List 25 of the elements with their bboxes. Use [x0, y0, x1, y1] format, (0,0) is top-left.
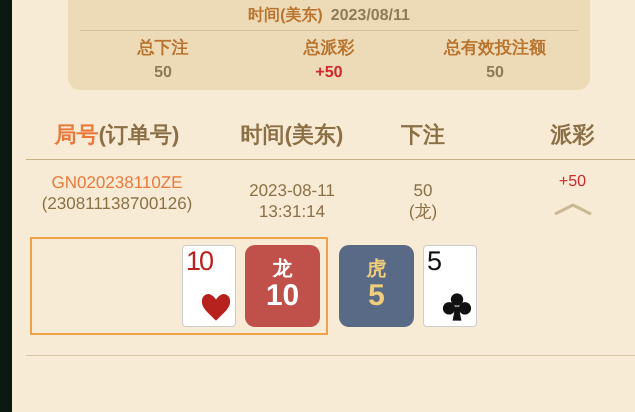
- summary-date: 2023/08/11: [330, 6, 410, 26]
- column-header: (订单号): [98, 122, 180, 147]
- card-rank: 5: [427, 248, 440, 274]
- stat-label: 总有效投注额: [442, 37, 547, 59]
- stat-label: 总下注: [136, 37, 190, 59]
- score-badge: 龙 10: [245, 244, 320, 326]
- column-header: 局号: [54, 122, 99, 147]
- bet-amount: 50: [412, 180, 434, 202]
- stat-label: 总派彩: [302, 37, 356, 59]
- bet-date: 2023-08-11: [248, 180, 336, 202]
- order-number: (230811138700126): [40, 193, 194, 214]
- time-label: 时间(美东): [248, 5, 323, 26]
- bet-time: 13:31:14: [258, 201, 326, 222]
- stat-value: 50: [485, 62, 505, 82]
- column-header: 时间(美东): [240, 122, 344, 147]
- payout-amount: +50: [558, 172, 586, 192]
- chevron-up-icon[interactable]: [552, 202, 592, 216]
- card-rank: 10: [186, 248, 212, 274]
- column-header: 下注: [401, 122, 445, 147]
- stat-value: 50: [153, 62, 173, 82]
- score-badge: 虎 5: [339, 244, 414, 326]
- round-id[interactable]: GN020238110ZE: [26, 172, 208, 194]
- stat-value: +50: [314, 62, 344, 82]
- column-header: 派彩: [550, 122, 594, 147]
- bet-side: (龙): [408, 201, 438, 222]
